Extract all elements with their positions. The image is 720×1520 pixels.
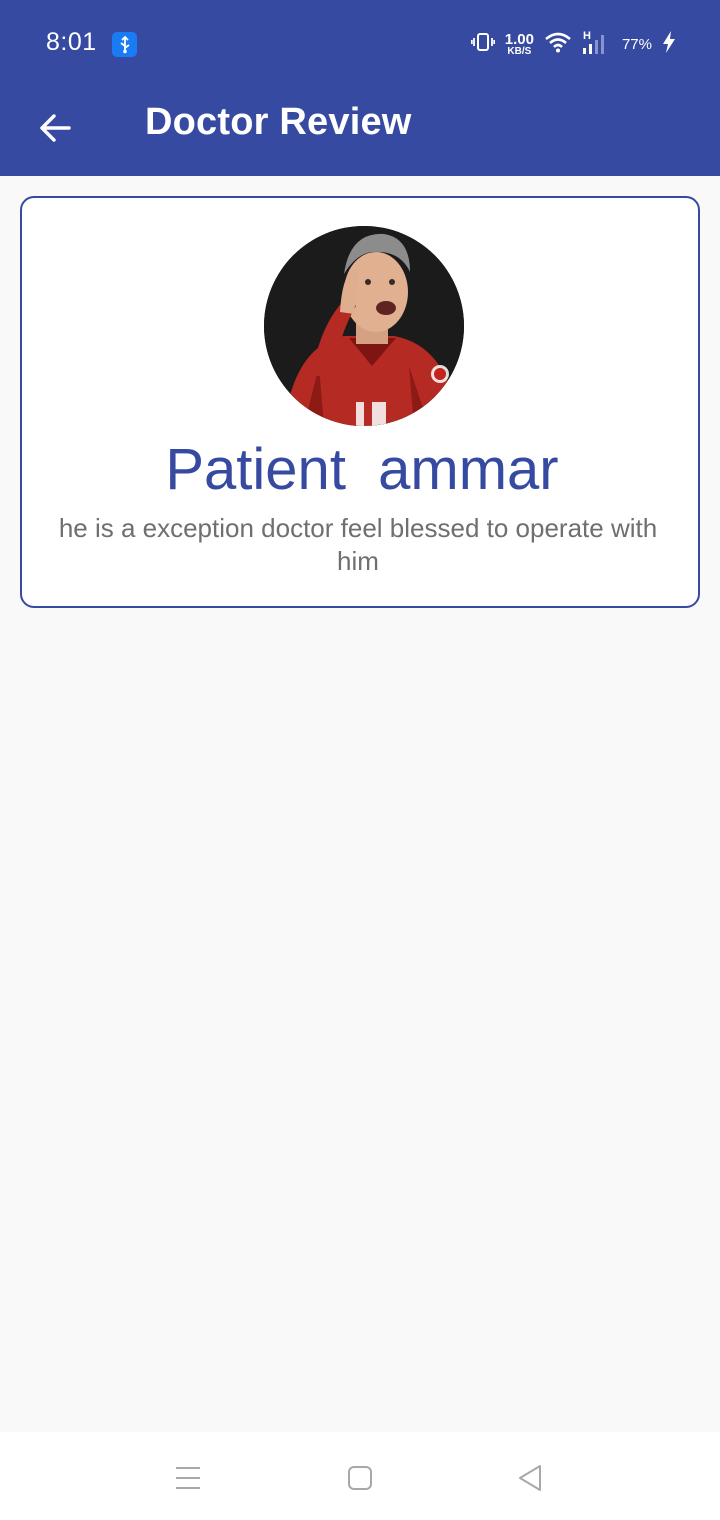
net-speed-unit: KB/S [507, 45, 532, 57]
back-button[interactable] [28, 100, 84, 156]
page-title: Doctor Review [145, 101, 412, 143]
status-indicators: 1.00 KB/S H 77% [470, 28, 676, 60]
home-button[interactable] [338, 1456, 382, 1500]
status-bar: 8:01 1.00 KB/S H 77% [0, 0, 720, 88]
review-card: Patient ammar he is a exception doctor f… [20, 196, 700, 608]
nav-bar [0, 1432, 720, 1520]
back-nav-button[interactable] [508, 1456, 552, 1500]
menu-icon [176, 1467, 200, 1489]
signal-icon: H [582, 30, 612, 56]
status-time: 8:01 [46, 28, 97, 56]
home-icon [348, 1466, 372, 1490]
battery-level: 77% [621, 35, 652, 53]
patient-name: Patient ammar [165, 437, 559, 502]
app-bar: Doctor Review [0, 88, 720, 176]
net-speed-value: 1.00 [504, 30, 534, 48]
usb-icon [112, 32, 137, 57]
wifi-icon [544, 31, 572, 58]
back-triangle-icon [519, 1465, 541, 1491]
net-speed: 1.00 KB/S [505, 32, 534, 57]
avatar [264, 226, 464, 426]
recent-apps-button[interactable] [166, 1456, 210, 1500]
review-text: he is a exception doctor feel blessed to… [58, 513, 658, 576]
arrow-back-icon [40, 114, 71, 142]
charging-icon [662, 30, 676, 58]
vibrate-icon [470, 31, 495, 58]
